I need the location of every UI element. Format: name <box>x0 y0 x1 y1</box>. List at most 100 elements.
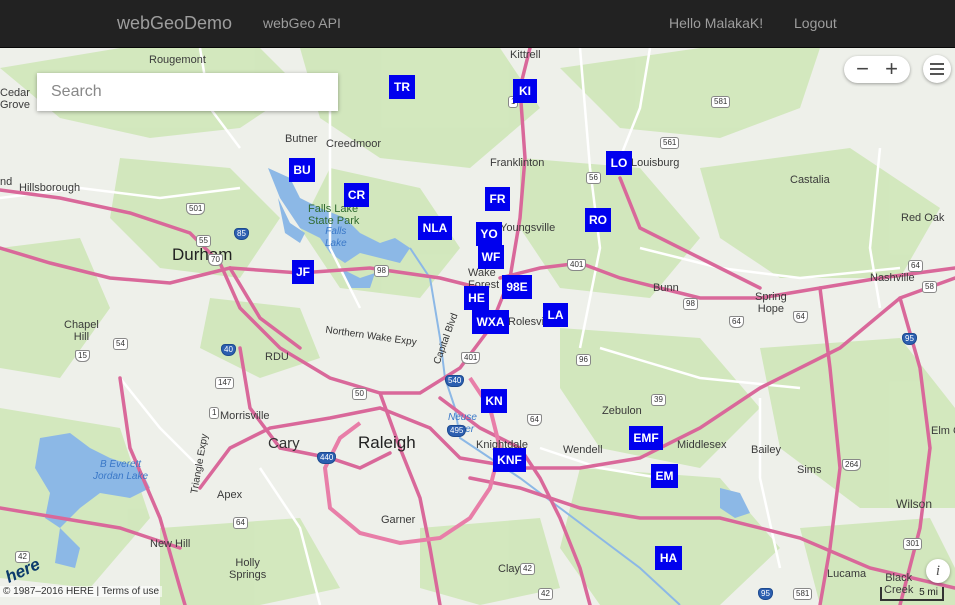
station-marker[interactable]: WXA <box>472 310 509 334</box>
route-shield: 50 <box>352 388 367 400</box>
place-label: Red Oak <box>901 212 945 224</box>
place-label: Nashville <box>870 272 915 284</box>
station-marker[interactable]: CR <box>344 183 369 207</box>
place-label: Franklinton <box>490 157 545 169</box>
map-scale-bar: 5 mi <box>880 587 944 601</box>
station-marker[interactable]: EM <box>651 464 678 488</box>
logout-link[interactable]: Logout <box>794 15 837 31</box>
route-shield: 15 <box>75 350 90 362</box>
route-shield: 301 <box>903 538 923 550</box>
place-label: Holly Springs <box>229 557 267 581</box>
hamburger-icon <box>930 73 944 75</box>
station-marker[interactable]: WF <box>478 245 504 269</box>
station-marker[interactable]: HA <box>655 546 682 570</box>
station-marker[interactable]: KNF <box>493 448 526 472</box>
route-shield: 495 <box>447 425 467 437</box>
route-shield: 64 <box>527 414 542 426</box>
route-shield: 440 <box>317 452 337 464</box>
route-shield: 64 <box>233 517 248 529</box>
route-shield: 561 <box>660 137 680 149</box>
top-navbar: webGeoDemo webGeo API Hello MalakaK! Log… <box>0 0 955 48</box>
search-input[interactable] <box>37 73 338 111</box>
place-label: Bailey <box>751 444 781 456</box>
route-shield: 58 <box>922 281 937 293</box>
route-shield: 98 <box>683 298 698 310</box>
station-marker[interactable]: RO <box>585 208 611 232</box>
place-label: Castalia <box>790 174 830 186</box>
place-label: Lucama <box>827 568 867 580</box>
route-shield: 54 <box>113 338 128 350</box>
place-label: Kittrell <box>510 49 541 61</box>
place-label: Durham <box>172 245 233 264</box>
station-marker[interactable]: KI <box>513 79 537 103</box>
place-label: Middlesex <box>677 439 727 451</box>
info-button[interactable]: i <box>926 559 950 583</box>
place-label: Wilson <box>896 497 933 511</box>
route-shield: 39 <box>651 394 666 406</box>
route-shield: 96 <box>576 354 591 366</box>
place-label: Louisburg <box>631 157 680 169</box>
route-shield: 581 <box>793 588 813 600</box>
place-label: B Everett Jordan Lake <box>93 459 149 482</box>
brand-link[interactable]: webGeoDemo <box>117 13 232 34</box>
station-marker[interactable]: FR <box>485 187 510 211</box>
place-label: Raleigh <box>358 433 416 452</box>
place-label: Wendell <box>563 444 603 456</box>
route-shield: 55 <box>196 235 211 247</box>
place-label: Cary <box>268 435 300 452</box>
place-label: Youngsville <box>500 222 556 234</box>
station-marker[interactable]: KN <box>481 389 507 413</box>
place-label: RDU <box>265 351 289 363</box>
route-shield: 540 <box>445 375 465 387</box>
place-label: Rougemont <box>149 54 206 66</box>
route-shield: 401 <box>567 259 587 271</box>
place-label: Cedar Grove <box>0 87 30 111</box>
place-label: Creedmoor <box>326 138 382 150</box>
route-shield: 147 <box>215 377 235 389</box>
route-shield: 64 <box>908 260 923 272</box>
route-shield: 401 <box>461 352 481 364</box>
station-marker[interactable]: YO <box>476 222 502 246</box>
route-shield: 56 <box>586 172 601 184</box>
place-label: Bunn <box>653 282 679 294</box>
terms-of-use-link[interactable]: Terms of use <box>102 586 159 597</box>
map-canvas[interactable]: Rougemont Kittrell Cedar Grove Butner Cr… <box>0 48 955 605</box>
place-label: Chapel Hill <box>64 319 99 343</box>
user-greeting-link[interactable]: Hello MalakaK! <box>669 15 763 31</box>
route-shield: 95 <box>758 588 773 600</box>
station-marker[interactable]: TR <box>389 75 415 99</box>
place-label: Apex <box>217 489 243 501</box>
hamburger-icon <box>930 63 944 65</box>
copyright-text: © 1987–2016 HERE <box>3 586 94 597</box>
station-marker[interactable]: LO <box>606 151 632 175</box>
api-link[interactable]: webGeo API <box>263 15 341 31</box>
place-label: Falls Lake <box>325 226 347 249</box>
route-shield: 1 <box>209 407 220 419</box>
route-shield: 70 <box>208 254 223 266</box>
route-shield: 42 <box>520 563 535 575</box>
copyright-separator: | <box>96 586 100 597</box>
route-shield: 95 <box>902 333 917 345</box>
place-label: Elm C <box>931 425 955 437</box>
place-label: Hillsborough <box>19 182 81 194</box>
place-label: Butner <box>285 133 318 145</box>
place-label: Spring Hope <box>755 291 787 315</box>
station-marker[interactable]: NLA <box>418 216 452 240</box>
station-marker[interactable]: 98E <box>502 275 532 299</box>
route-shield: 64 <box>793 311 808 323</box>
zoom-in-button[interactable]: + <box>875 56 908 83</box>
route-shield: 64 <box>729 316 744 328</box>
station-marker[interactable]: HE <box>464 286 489 310</box>
zoom-control: − + <box>844 56 910 83</box>
route-shield: 85 <box>234 228 249 240</box>
map-copyright: © 1987–2016 HERE | Terms of use <box>0 586 163 597</box>
place-label: Zebulon <box>602 405 642 417</box>
station-marker[interactable]: JF <box>292 260 314 284</box>
station-marker[interactable]: BU <box>289 158 315 182</box>
place-label: New Hill <box>150 538 191 550</box>
station-marker[interactable]: EMF <box>629 426 663 450</box>
map-settings-menu-button[interactable] <box>923 55 951 83</box>
station-marker[interactable]: LA <box>543 303 568 327</box>
place-label: nd <box>0 176 13 188</box>
route-shield: 98 <box>374 265 389 277</box>
